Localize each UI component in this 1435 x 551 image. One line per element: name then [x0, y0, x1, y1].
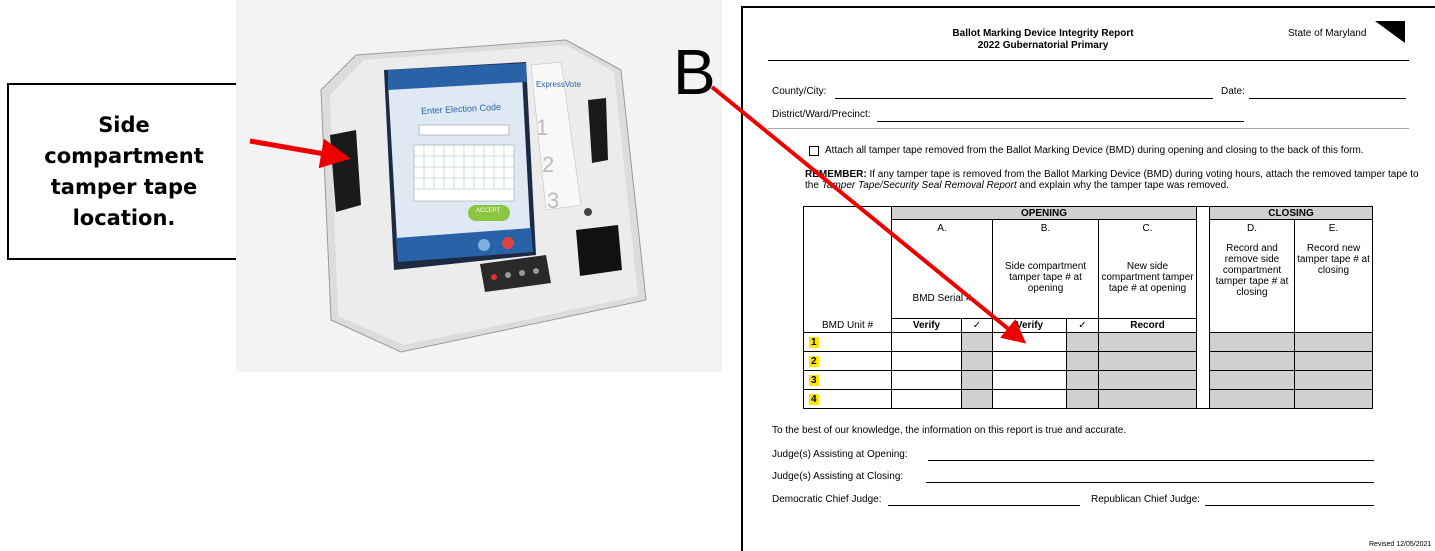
integrity-report-form: Ballot Marking Device Integrity Report 2… [741, 6, 1435, 551]
date-label: Date: [1221, 86, 1245, 97]
col-c-desc: New side compartment tamper tape # at op… [1098, 236, 1197, 319]
corner-mark [1375, 21, 1405, 43]
republican-judge-label: Republican Chief Judge: [1091, 494, 1200, 505]
closing-header: CLOSING [1209, 206, 1373, 220]
callout-box: Side compartment tamper tape location. [7, 83, 241, 260]
revised-date: Revised 12/05/2021 [1369, 541, 1432, 548]
opening-header: OPENING [891, 206, 1197, 220]
col-b-verify: Verify [992, 318, 1067, 333]
annotation-letter-b: B [673, 36, 716, 108]
remember-instruction: REMEMBER: If any tamper tape is removed … [805, 169, 1430, 191]
device-accept-button: ACCEPT [476, 208, 501, 214]
col-c-record: Record [1098, 318, 1197, 333]
form-state: State of Maryland [1288, 28, 1367, 39]
col-b-letter: B. [992, 219, 1099, 237]
col-d-letter: D. [1209, 219, 1295, 237]
col-e-desc: Record new tamper tape # at closing [1294, 236, 1373, 333]
county-line[interactable] [835, 98, 1213, 99]
col-c-letter: C. [1098, 219, 1197, 237]
county-label: County/City: [772, 86, 827, 97]
district-line[interactable] [877, 121, 1244, 122]
col-a-letter: A. [891, 219, 993, 237]
ballot-slot [576, 225, 622, 276]
form-title: Ballot Marking Device Integrity Report [952, 28, 1134, 39]
col-a-desc: BMD Serial # [891, 236, 993, 319]
attach-checkbox[interactable] [809, 146, 819, 156]
col-e-letter: E. [1294, 219, 1373, 237]
unit-number: 1 [809, 336, 819, 348]
democratic-judge-label: Democratic Chief Judge: [772, 494, 882, 505]
judges-closing-label: Judge(s) Assisting at Closing: [772, 471, 904, 482]
svg-text:3: 3 [547, 188, 559, 213]
table-row: 2 [803, 351, 1373, 371]
republican-judge-line[interactable] [1205, 505, 1374, 506]
date-line[interactable] [1249, 98, 1406, 99]
expressvote-device-illustration: 1 2 3 [320, 39, 647, 353]
attach-instruction: Attach all tamper tape removed from the … [825, 145, 1364, 156]
remember-italic: Tamper Tape/Security Seal Removal Report [821, 180, 1017, 191]
col-b-desc: Side compartment tamper tape # at openin… [992, 236, 1099, 319]
democratic-judge-line[interactable] [888, 505, 1080, 506]
form-subtitle: 2022 Gubernatorial Primary [977, 40, 1109, 51]
district-label: District/Ward/Precinct: [772, 109, 871, 120]
unit-number: 2 [809, 355, 819, 367]
col-a-verify: Verify [891, 318, 962, 333]
judges-opening-label: Judge(s) Assisting at Opening: [772, 449, 908, 460]
knowledge-statement: To the best of our knowledge, the inform… [772, 425, 1127, 436]
col-b-check: ✓ [1066, 318, 1099, 333]
unit-header: BMD Unit # [803, 318, 892, 333]
svg-text:1: 1 [536, 115, 548, 140]
col-a-check: ✓ [961, 318, 993, 333]
svg-text:2: 2 [542, 152, 554, 177]
table-row: 1 [803, 332, 1373, 352]
col-d-desc: Record and remove side compartment tampe… [1209, 236, 1295, 333]
unit-number: 3 [809, 374, 819, 386]
device-photo: 1 2 3 Enter Election Code ExpressVote AC… [236, 0, 722, 372]
remember-label: REMEMBER: [805, 169, 867, 180]
section-rule [768, 128, 1409, 129]
judges-opening-line[interactable] [928, 460, 1374, 461]
table-row: 4 [803, 389, 1373, 409]
unit-number: 4 [809, 393, 819, 405]
header-rule [768, 60, 1409, 61]
remember-text-2: and explain why the tamper tape was remo… [1019, 180, 1229, 191]
device-brand: ExpressVote [536, 80, 581, 89]
bmd-table: OPENING CLOSING A. B. C. D. E. BMD Seria… [803, 206, 1373, 409]
callout-text: Side compartment tamper tape location. [44, 112, 204, 230]
judges-closing-line[interactable] [926, 482, 1374, 483]
table-row: 3 [803, 370, 1373, 390]
